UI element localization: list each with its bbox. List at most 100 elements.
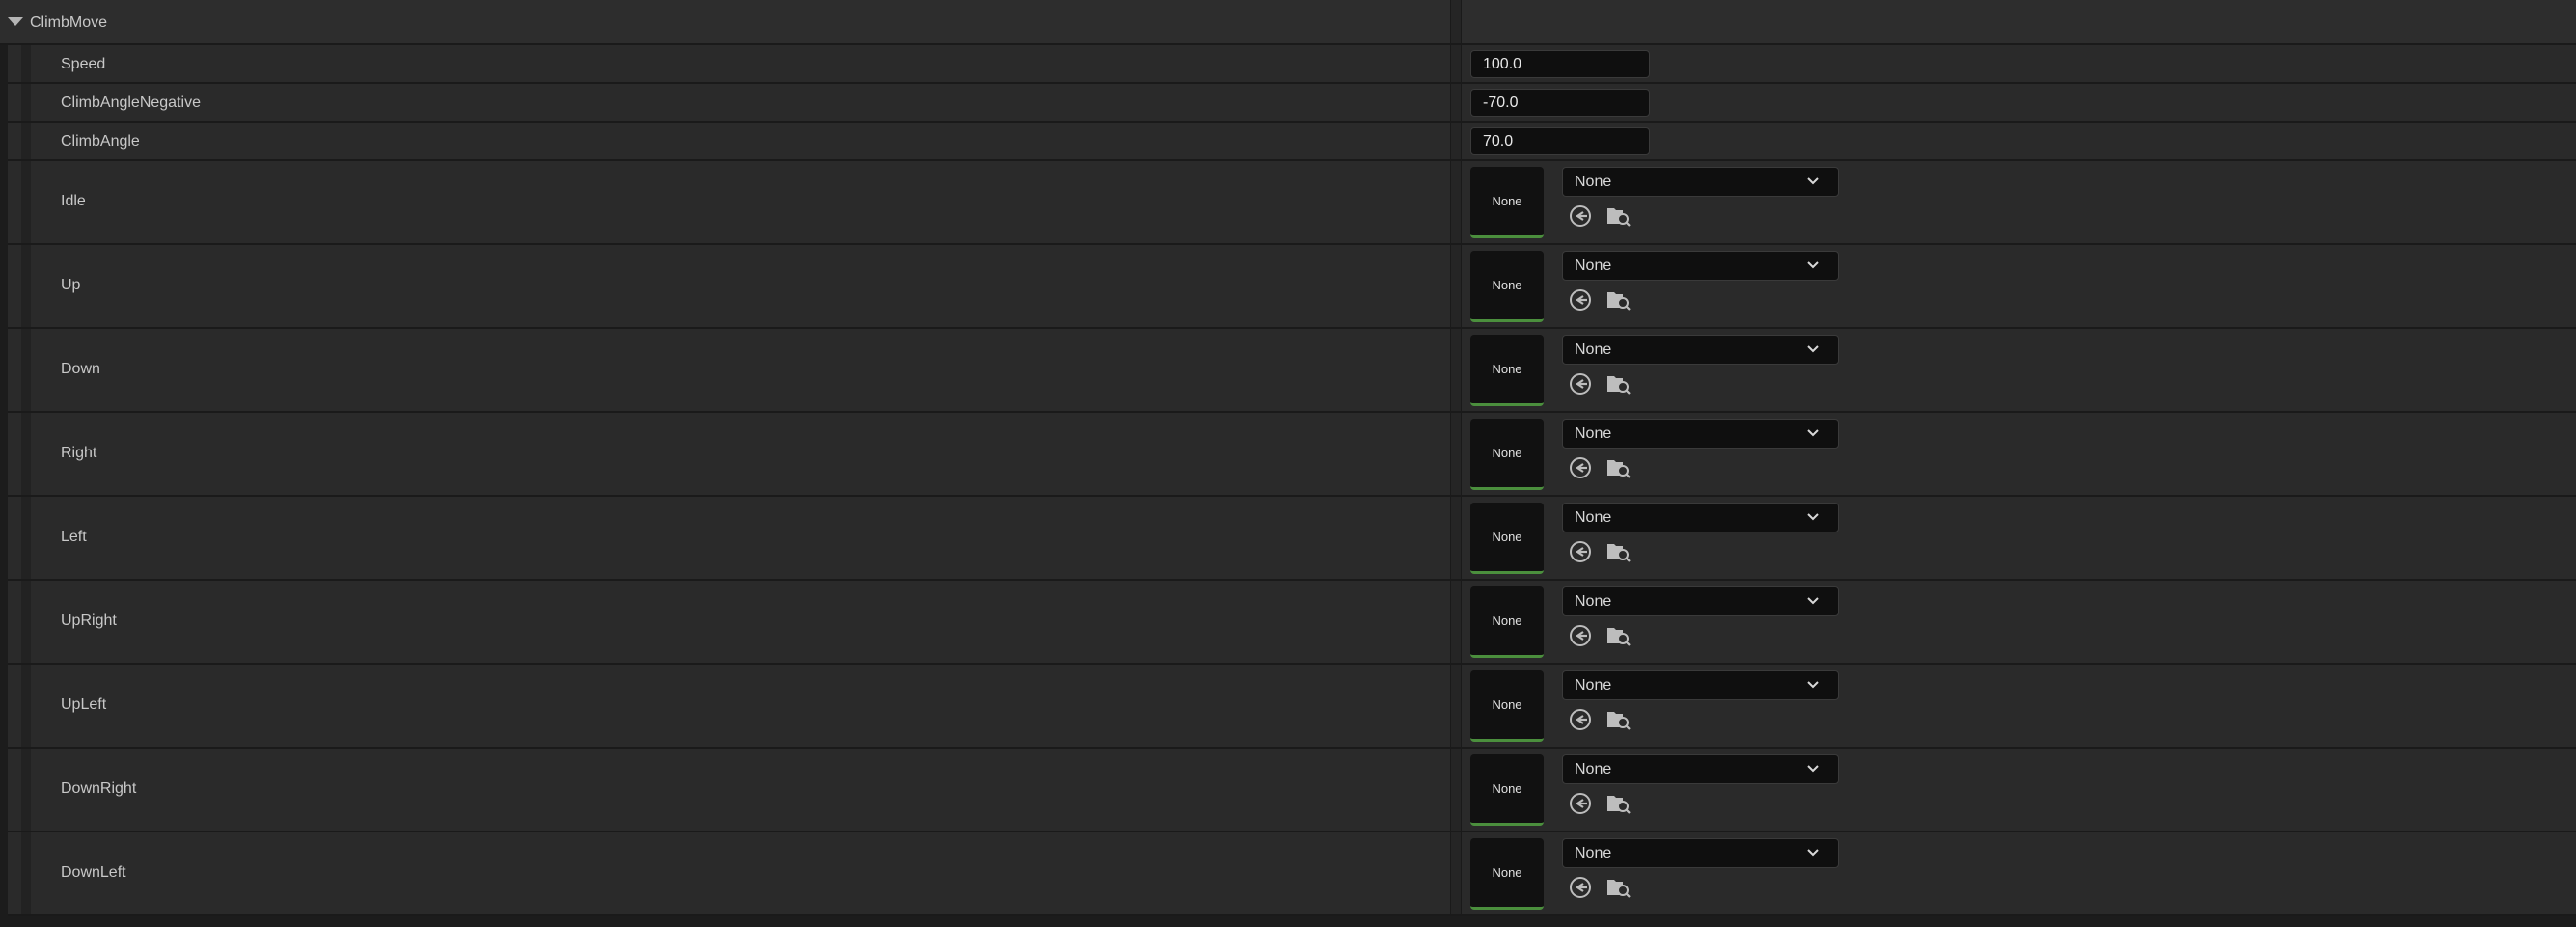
property-label: ClimbAngleNegative	[61, 95, 201, 111]
indent-bar	[21, 245, 31, 327]
indent-bar	[21, 749, 31, 831]
column-divider[interactable]	[1450, 581, 1462, 663]
indent-bar	[21, 84, 31, 121]
property-row-speed: Speed	[8, 45, 2576, 84]
thumbnail-label: None	[1492, 530, 1522, 544]
property-label: DownLeft	[61, 864, 126, 881]
indent-bar	[21, 329, 31, 411]
column-divider[interactable]	[1450, 497, 1462, 579]
chevron-down-icon	[1807, 429, 1819, 437]
climb-angle-negative-input[interactable]	[1470, 89, 1650, 117]
asset-thumbnail[interactable]: None	[1470, 335, 1544, 406]
use-selected-asset-icon[interactable]	[1568, 539, 1593, 564]
asset-picker-dropdown[interactable]: None	[1562, 838, 1839, 868]
chevron-down-icon	[1807, 681, 1819, 689]
use-selected-asset-icon[interactable]	[1568, 707, 1593, 732]
chevron-down-icon	[1807, 765, 1819, 773]
use-selected-asset-icon[interactable]	[1568, 455, 1593, 480]
dropdown-value: None	[1575, 341, 1612, 358]
use-selected-asset-icon[interactable]	[1568, 791, 1593, 816]
indent-bar	[21, 45, 31, 82]
browse-folder-icon[interactable]	[1605, 623, 1631, 648]
asset-picker-dropdown[interactable]: None	[1562, 335, 1839, 365]
browse-folder-icon[interactable]	[1605, 204, 1631, 229]
asset-picker-dropdown[interactable]: None	[1562, 586, 1839, 616]
property-row-right: Right None None	[8, 413, 2576, 497]
property-row-upleft: UpLeft None None	[8, 665, 2576, 749]
asset-thumbnail[interactable]: None	[1470, 251, 1544, 322]
property-label: DownRight	[61, 780, 137, 797]
climb-angle-input[interactable]	[1470, 127, 1650, 155]
asset-thumbnail[interactable]: None	[1470, 419, 1544, 490]
indent-bar	[21, 161, 31, 243]
thumbnail-label: None	[1492, 194, 1522, 208]
column-divider[interactable]	[1450, 0, 1462, 43]
column-divider[interactable]	[1450, 45, 1462, 82]
browse-folder-icon[interactable]	[1605, 539, 1631, 564]
asset-picker-dropdown[interactable]: None	[1562, 251, 1839, 281]
indent-bar	[21, 413, 31, 495]
property-label: Right	[61, 445, 97, 461]
property-row-downleft: DownLeft None None	[8, 832, 2576, 916]
caret-down-icon[interactable]	[8, 17, 23, 26]
thumbnail-label: None	[1492, 613, 1522, 628]
property-label: ClimbAngle	[61, 133, 140, 150]
browse-folder-icon[interactable]	[1605, 287, 1631, 313]
column-divider[interactable]	[1450, 832, 1462, 914]
speed-input[interactable]	[1470, 50, 1650, 78]
browse-folder-icon[interactable]	[1605, 875, 1631, 900]
property-label: Speed	[61, 56, 106, 72]
dropdown-value: None	[1575, 258, 1612, 274]
indent-bar	[21, 832, 31, 914]
asset-thumbnail[interactable]: None	[1470, 586, 1544, 658]
category-header-climbmove[interactable]: ClimbMove	[0, 0, 2576, 45]
asset-picker-dropdown[interactable]: None	[1562, 503, 1839, 532]
property-label: Left	[61, 529, 87, 545]
asset-picker-dropdown[interactable]: None	[1562, 167, 1839, 197]
asset-thumbnail[interactable]: None	[1470, 503, 1544, 574]
indent-bar	[21, 123, 31, 159]
use-selected-asset-icon[interactable]	[1568, 623, 1593, 648]
asset-picker-dropdown[interactable]: None	[1562, 419, 1839, 449]
column-divider[interactable]	[1450, 749, 1462, 831]
asset-thumbnail[interactable]: None	[1470, 167, 1544, 238]
browse-folder-icon[interactable]	[1605, 371, 1631, 396]
column-divider[interactable]	[1450, 84, 1462, 121]
category-title: ClimbMove	[30, 14, 108, 31]
chevron-down-icon	[1807, 261, 1819, 269]
property-label: UpLeft	[61, 696, 107, 713]
browse-folder-icon[interactable]	[1605, 791, 1631, 816]
dropdown-value: None	[1575, 677, 1612, 694]
asset-picker-dropdown[interactable]: None	[1562, 670, 1839, 700]
asset-picker-dropdown[interactable]: None	[1562, 754, 1839, 784]
column-divider[interactable]	[1450, 665, 1462, 747]
browse-folder-icon[interactable]	[1605, 707, 1631, 732]
column-divider[interactable]	[1450, 413, 1462, 495]
use-selected-asset-icon[interactable]	[1568, 204, 1593, 229]
thumbnail-label: None	[1492, 865, 1522, 880]
column-divider[interactable]	[1450, 123, 1462, 159]
property-label: Idle	[61, 193, 86, 209]
chevron-down-icon	[1807, 345, 1819, 353]
dropdown-value: None	[1575, 593, 1612, 610]
use-selected-asset-icon[interactable]	[1568, 875, 1593, 900]
browse-folder-icon[interactable]	[1605, 455, 1631, 480]
property-row-downright: DownRight None None	[8, 749, 2576, 832]
chevron-down-icon	[1807, 177, 1819, 185]
indent-bar	[21, 581, 31, 663]
dropdown-value: None	[1575, 761, 1612, 777]
column-divider[interactable]	[1450, 161, 1462, 243]
indent-bar	[21, 497, 31, 579]
column-divider[interactable]	[1450, 245, 1462, 327]
property-row-upright: UpRight None None	[8, 581, 2576, 665]
use-selected-asset-icon[interactable]	[1568, 371, 1593, 396]
asset-thumbnail[interactable]: None	[1470, 754, 1544, 826]
property-row-down: Down None None	[8, 329, 2576, 413]
asset-thumbnail[interactable]: None	[1470, 838, 1544, 910]
asset-thumbnail[interactable]: None	[1470, 670, 1544, 742]
chevron-down-icon	[1807, 513, 1819, 521]
use-selected-asset-icon[interactable]	[1568, 287, 1593, 313]
chevron-down-icon	[1807, 597, 1819, 605]
column-divider[interactable]	[1450, 329, 1462, 411]
dropdown-value: None	[1575, 509, 1612, 526]
